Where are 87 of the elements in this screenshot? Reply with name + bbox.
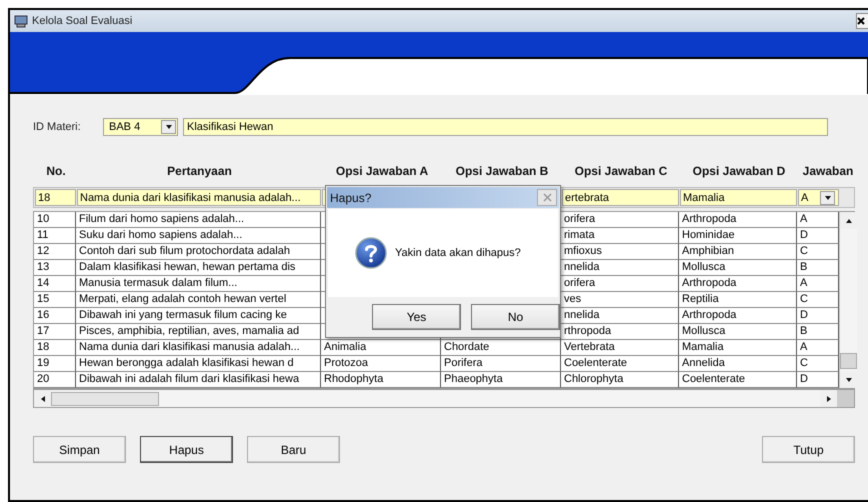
app-icon: [14, 14, 28, 28]
table-cell: 16: [34, 308, 76, 324]
field-label: ID Materi:: [33, 121, 82, 133]
table-cell: Mamalia: [679, 340, 797, 356]
dialog-message: Yakin data akan dihapus?: [395, 247, 521, 259]
answer-dropdown[interactable]: A: [798, 189, 839, 206]
action-button[interactable]: Baru: [247, 436, 340, 463]
action-button[interactable]: Tutup: [762, 436, 855, 463]
action-button[interactable]: Hapus: [140, 436, 233, 463]
table-cell: Animalia: [321, 340, 441, 356]
table-cell: Annelida: [679, 356, 797, 372]
table-cell: Hominidae: [679, 228, 797, 244]
caret-icon: [824, 194, 832, 202]
table-cell: 19: [34, 356, 76, 372]
dialog-button[interactable]: Yes: [372, 304, 461, 330]
scroll-left-button[interactable]: [34, 390, 51, 407]
table-cell: Coelenterate: [561, 356, 679, 372]
close-icon: [857, 17, 865, 25]
table-cell: Mollusca: [679, 324, 797, 340]
column-header: Pertanyaan: [166, 163, 233, 179]
table-cell: 13: [34, 260, 76, 276]
table-cell: 18: [34, 340, 76, 356]
table-cell: Manusia termasuk dalam filum...: [76, 276, 321, 292]
action-button[interactable]: Simpan: [33, 436, 126, 463]
close-button[interactable]: [856, 13, 868, 29]
table-cell: Rhodophyta: [321, 372, 441, 388]
table-cell: Reptilia: [679, 292, 797, 308]
table-cell: 12: [34, 244, 76, 260]
table-cell: Arthropoda: [679, 276, 797, 292]
table-cell: 14: [34, 276, 76, 292]
column-header: Jawaban: [802, 163, 854, 179]
table-cell: Arthropoda: [679, 212, 797, 228]
table-cell: Coelenterate: [679, 372, 797, 388]
horizontal-scrollbar[interactable]: [33, 389, 855, 408]
dialog-title: Hapus?: [330, 190, 372, 204]
column-header: Opsi Jawaban D: [692, 163, 786, 179]
window-title: Kelola Soal Evaluasi: [32, 15, 132, 27]
table-cell: Phaeophyta: [441, 372, 561, 388]
input-field[interactable]: 18: [35, 189, 76, 206]
table-cell: Mollusca: [679, 260, 797, 276]
table-cell: Merpati, elang adalah contoh hewan vertel: [76, 292, 321, 308]
name-field[interactable]: Klasifikasi Hewan: [183, 118, 828, 136]
column-header: Opsi Jawaban B: [454, 163, 550, 179]
table-cell: Dibawah ini yang termasuk filum cacing ke: [76, 308, 321, 324]
table-cell: Dibawah ini adalah filum dari klasifikasi hewa: [76, 372, 321, 388]
table-cell: Pisces, amphibia, reptilian, aves, mamalia ad: [76, 324, 321, 340]
scroll-up-button[interactable]: [840, 212, 857, 229]
table-cell: Suku dari homo sapiens adalah...: [76, 228, 321, 244]
table-cell: Porifera: [441, 356, 561, 372]
input-field[interactable]: Mamalia: [680, 189, 797, 206]
code-dropdown[interactable]: BAB 4: [103, 118, 178, 136]
column-header: Opsi Jawaban A: [334, 163, 430, 179]
table-cell: Nama dunia dari klasifikasi manusia adalah...: [76, 340, 321, 356]
scroll-thumb[interactable]: [51, 392, 159, 406]
scroll-thumb[interactable]: [840, 353, 857, 369]
table-cell: 10: [34, 212, 76, 228]
table-cell: Contoh dari sub filum protochordata adalah: [76, 244, 321, 260]
scroll-down-button[interactable]: [840, 371, 857, 388]
right-arrow-icon: [824, 394, 832, 402]
table-cell: rthropoda: [561, 324, 679, 340]
input-field[interactable]: ertebrata: [562, 189, 679, 206]
table-cell: Amphibian: [679, 244, 797, 260]
question-icon: [355, 237, 387, 269]
column-header: No.: [45, 163, 67, 179]
table-cell: 15: [34, 292, 76, 308]
left-arrow-icon: [38, 394, 46, 402]
column-header: Opsi Jawaban C: [574, 163, 668, 179]
input-field[interactable]: Nama dunia dari klasifikasi manusia adalah...: [77, 189, 321, 206]
table-cell: 20: [34, 372, 76, 388]
table-cell: Hewan berongga adalah klasifikasi hewan d: [76, 356, 321, 372]
down-arrow-icon: [844, 376, 852, 384]
table-cell: 17: [34, 324, 76, 340]
vertical-scrollbar[interactable]: [839, 212, 857, 388]
up-arrow-icon: [844, 216, 852, 224]
table-cell: 11: [34, 228, 76, 244]
table-cell: Arthropoda: [679, 308, 797, 324]
close-icon: [542, 193, 552, 202]
scroll-right-button[interactable]: [820, 390, 837, 407]
scrollbar-corner: [837, 390, 854, 407]
table-cell: Filum dari homo sapiens adalah...: [76, 212, 321, 228]
table-cell: Protozoa: [321, 356, 441, 372]
table-cell: Chlorophyta: [561, 372, 679, 388]
caret-icon: [164, 123, 172, 131]
table-cell: Vertebrata: [561, 340, 679, 356]
dialog-button[interactable]: No: [471, 304, 560, 330]
table-cell: Dalam klasifikasi hewan, hewan pertama dis: [76, 260, 321, 276]
table-cell: Chordate: [441, 340, 561, 356]
